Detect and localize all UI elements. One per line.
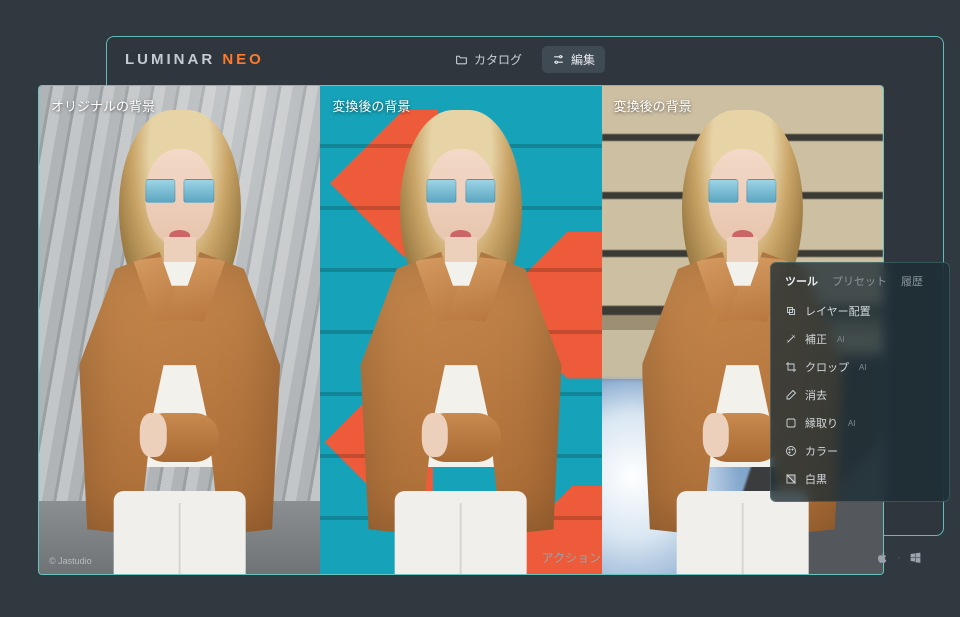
tool-label: クロップ xyxy=(805,359,849,375)
ai-badge: AI xyxy=(848,419,856,428)
palette-icon xyxy=(785,445,797,457)
tools-panel: ツール プリセット 履歴 レイヤー配置 補正 AI クロップ AI 消去 縁取り AI… xyxy=(770,262,950,502)
tool-label: 補正 xyxy=(805,331,827,347)
subject xyxy=(329,110,593,574)
tool-label: 消去 xyxy=(805,387,827,403)
windows-icon xyxy=(909,551,922,564)
tool-crop[interactable]: クロップ AI xyxy=(771,353,949,381)
tools-tab-history[interactable]: 履歴 xyxy=(901,273,923,289)
apple-icon xyxy=(876,551,889,564)
image-credit: © Jastudio xyxy=(49,556,92,566)
layers-icon xyxy=(785,305,797,317)
tools-tab-presets[interactable]: プリセット xyxy=(832,273,887,289)
tool-bw[interactable]: 白黒 xyxy=(771,465,949,493)
tool-outline[interactable]: 縁取り AI xyxy=(771,409,949,437)
tools-list: レイヤー配置 補正 AI クロップ AI 消去 縁取り AI カラー 白黒 xyxy=(771,297,949,493)
folder-icon xyxy=(455,53,468,66)
ai-badge: AI xyxy=(837,335,845,344)
panel-replaced-a: 変換後の背景 xyxy=(320,86,601,574)
bw-icon xyxy=(785,473,797,485)
sliders-icon xyxy=(552,53,565,66)
tool-color[interactable]: カラー xyxy=(771,437,949,465)
tool-label: 縁取り xyxy=(805,415,838,431)
eraser-icon xyxy=(785,389,797,401)
crop-icon xyxy=(785,361,797,373)
subject xyxy=(47,110,311,574)
tab-edit-label: 編集 xyxy=(571,51,595,68)
brand-suffix: NEO xyxy=(222,51,264,68)
tool-enhance[interactable]: 補正 AI xyxy=(771,325,949,353)
tab-catalog-label: カタログ xyxy=(474,51,522,68)
panel-caption: 変換後の背景 xyxy=(614,96,692,115)
tool-label: レイヤー配置 xyxy=(805,303,871,319)
tab-catalog[interactable]: カタログ xyxy=(445,46,532,73)
separator: · xyxy=(897,550,901,564)
wand-icon xyxy=(785,333,797,345)
panel-original: オリジナルの背景 © Jastudio xyxy=(39,86,320,574)
ai-badge: AI xyxy=(859,363,867,372)
platform-badges: · xyxy=(876,550,922,564)
outline-icon xyxy=(785,417,797,429)
brand-name: LUMINAR xyxy=(125,51,215,68)
tool-label: 白黒 xyxy=(805,471,827,487)
tool-layers[interactable]: レイヤー配置 xyxy=(771,297,949,325)
app-header: LUMINAR NEO カタログ 編集 xyxy=(107,37,943,81)
tool-label: カラー xyxy=(805,443,838,459)
panel-caption: オリジナルの背景 xyxy=(51,96,155,115)
mode-tabs: カタログ 編集 xyxy=(445,46,605,73)
tool-erase[interactable]: 消去 xyxy=(771,381,949,409)
tools-panel-tabs: ツール プリセット 履歴 xyxy=(771,273,949,297)
tab-edit[interactable]: 編集 xyxy=(542,46,605,73)
image-strip: オリジナルの背景 © Jastudio 変換後の背景 変換後の背景 xyxy=(38,85,884,575)
panel-caption: 変換後の背景 xyxy=(332,96,410,115)
brand-logo: LUMINAR NEO xyxy=(125,51,264,68)
tools-tab-tools[interactable]: ツール xyxy=(785,273,818,289)
